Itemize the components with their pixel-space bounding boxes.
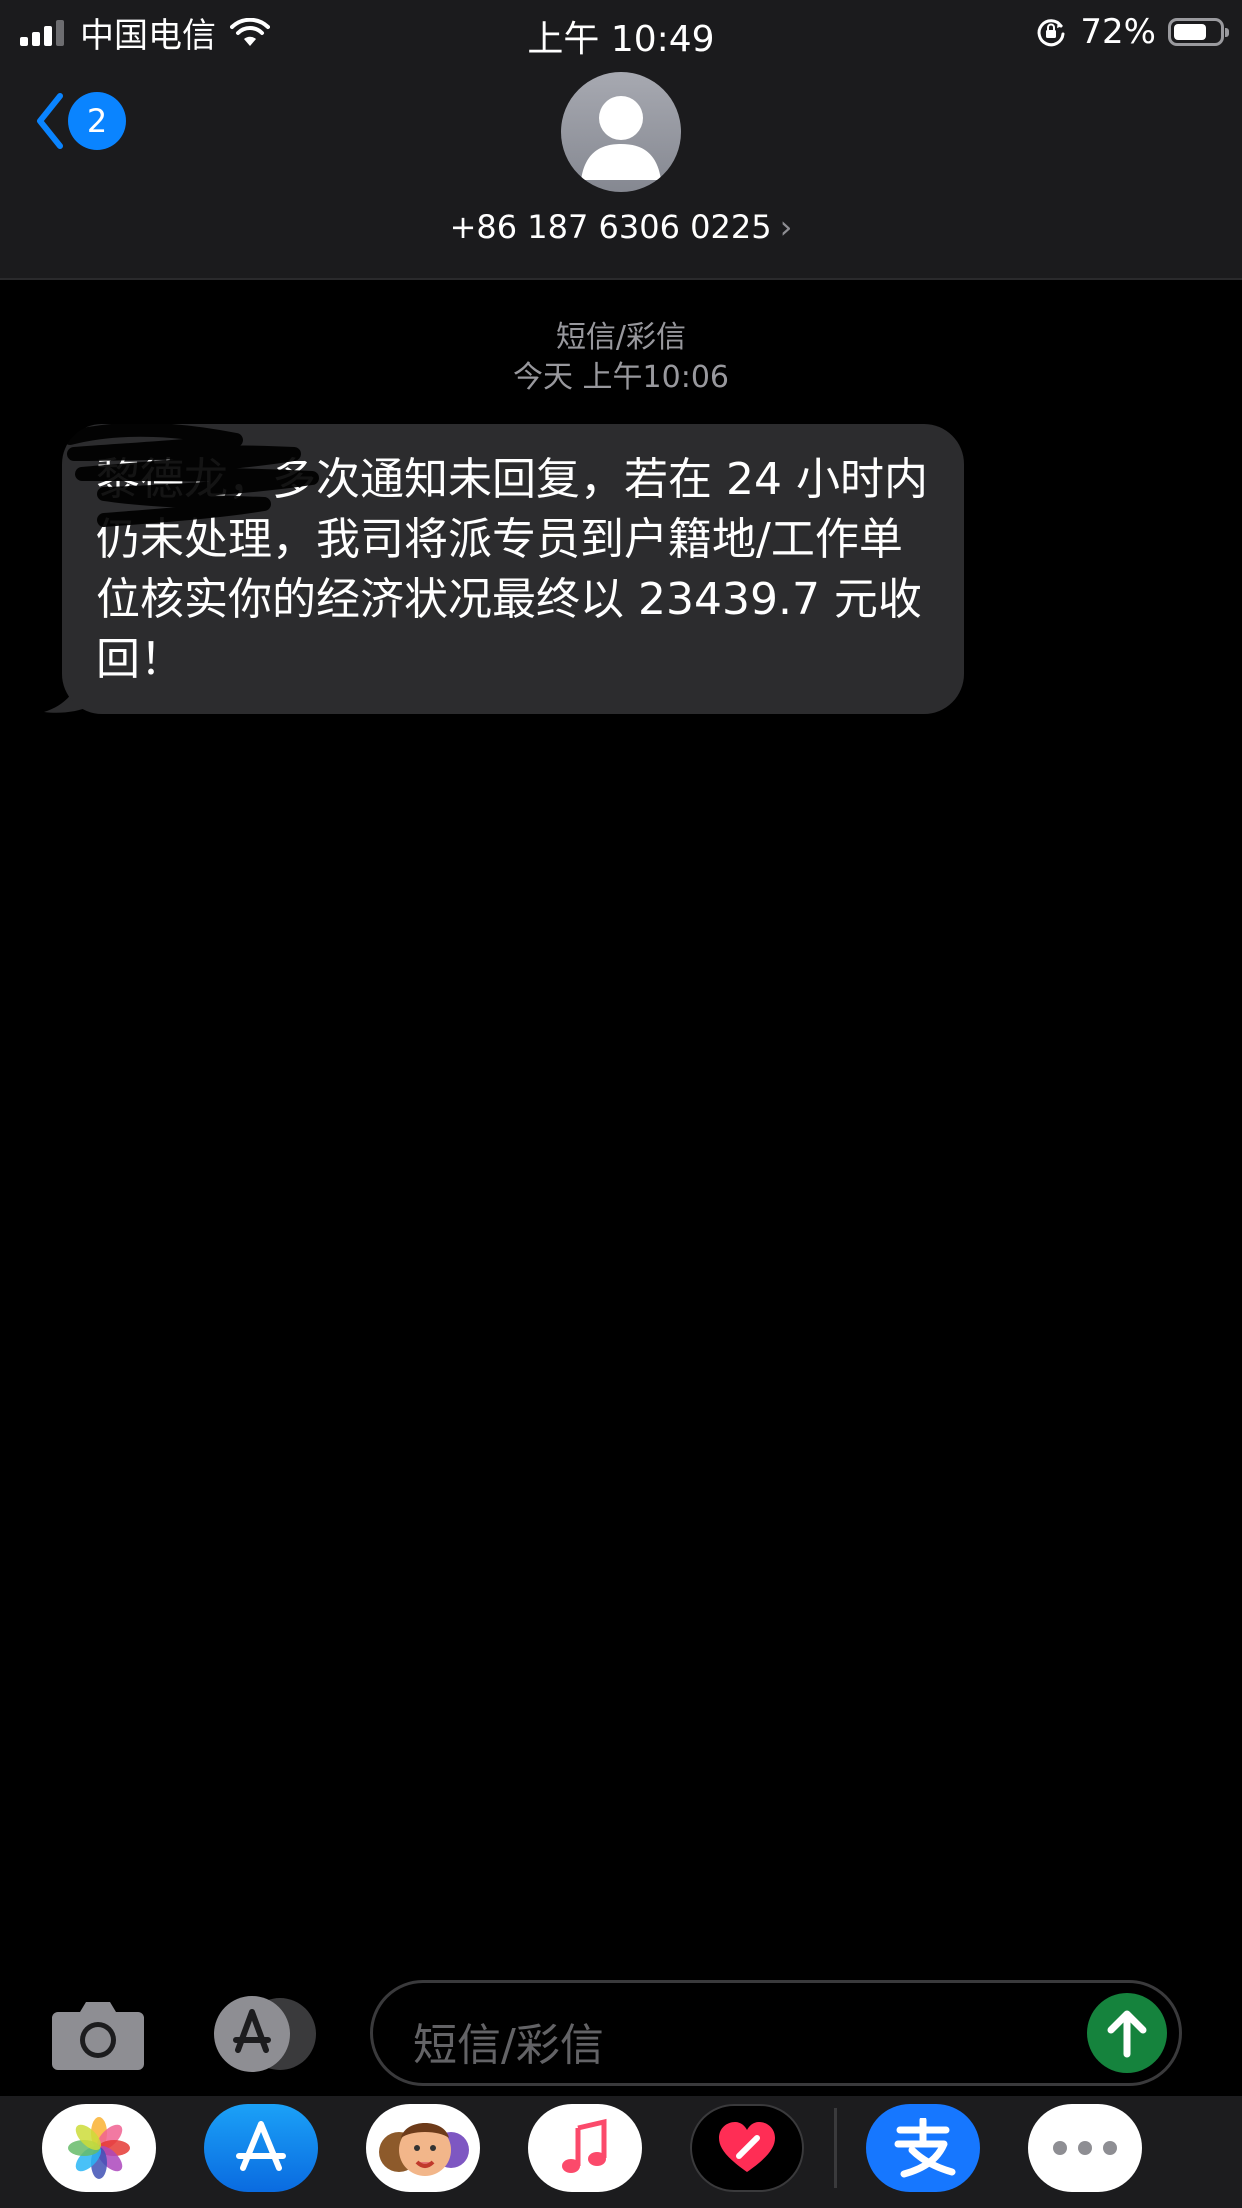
memoji-app-icon[interactable] (366, 2104, 480, 2192)
ellipsis-icon (1053, 2141, 1117, 2155)
battery-percent: 72% (1080, 12, 1156, 52)
chevron-right-icon: › (779, 208, 793, 246)
contact-number: +86 187 6306 0225 (449, 208, 772, 246)
input-placeholder: 短信/彩信 (413, 2020, 604, 2071)
arrow-up-icon (1107, 2010, 1147, 2058)
apps-button[interactable] (210, 1994, 320, 2074)
digital-touch-app-icon[interactable] (690, 2104, 804, 2192)
heart-icon (719, 2122, 775, 2172)
alipay-logo-icon (894, 2118, 956, 2178)
music-app-icon[interactable] (528, 2104, 642, 2192)
status-bar: 中国电信 上午 10:49 72% (0, 0, 1242, 62)
app-store-icon (214, 1996, 316, 2072)
orientation-lock-icon (1037, 19, 1065, 47)
conversation-header: 2 +86 187 6306 0225 › (0, 62, 1242, 280)
battery-icon (1168, 18, 1229, 46)
unread-badge: 2 (68, 92, 126, 150)
battery-fill (1174, 24, 1206, 40)
app-drawer (0, 2096, 1242, 2208)
chevron-left-icon (37, 93, 63, 149)
message-meta: 短信/彩信 今天 上午10:06 (0, 318, 1242, 398)
contact-name[interactable]: +86 187 6306 0225 › (0, 208, 1242, 246)
redaction-scribble (64, 424, 319, 527)
more-apps-icon[interactable] (1028, 2104, 1142, 2192)
send-button[interactable] (1087, 1993, 1167, 2073)
memoji-faces-icon (379, 2123, 469, 2176)
photos-app-icon[interactable] (42, 2104, 156, 2192)
contact-avatar[interactable] (561, 72, 681, 192)
music-note-icon (562, 2118, 607, 2173)
status-right: 72% (1034, 12, 1229, 52)
service-label: 短信/彩信 (555, 320, 687, 355)
camera-button[interactable] (50, 1996, 146, 2076)
alipay-app-icon[interactable] (866, 2104, 980, 2192)
drawer-divider (834, 2108, 837, 2188)
person-icon (581, 96, 661, 180)
back-button[interactable]: 2 (34, 92, 126, 150)
camera-icon (52, 2002, 144, 2070)
app-store-app-icon[interactable] (204, 2104, 318, 2192)
app-store-a-icon (236, 2121, 286, 2171)
photos-flower-icon (68, 2117, 130, 2179)
message-input[interactable]: 短信/彩信 (370, 1980, 1182, 2086)
message-timestamp: 今天 上午10:06 (513, 360, 729, 395)
